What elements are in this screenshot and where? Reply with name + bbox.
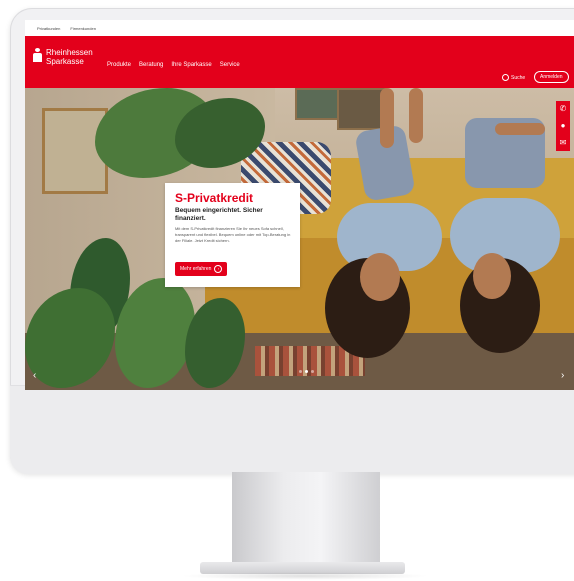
brand-line2: Sparkasse [46,57,84,66]
main-nav: Produkte Beratung Ihre Sparkasse Service [107,62,240,68]
search-button[interactable]: Suche [502,74,525,81]
sparkasse-s-icon [33,48,42,62]
nav-produkte[interactable]: Produkte [107,62,131,68]
promo-card: S-Privatkredit Bequem eingerichtet. Sich… [165,183,300,287]
more-info-label: Mehr erfahren [180,266,212,272]
sparkasse-logo[interactable]: Rheinhessen Sparkasse [33,48,93,66]
login-button[interactable]: Anmelden [534,71,569,83]
mail-icon[interactable]: ✉ [560,138,567,147]
monitor-stand [232,472,380,568]
carousel-dot[interactable] [311,370,314,373]
hero-banner: S-Privatkredit Bequem eingerichtet. Sich… [25,88,574,390]
phone-icon[interactable]: ✆ [560,105,567,113]
nav-beratung[interactable]: Beratung [139,62,163,68]
contact-sidebar: ✆ ● ✉ [556,101,570,151]
toplink-privatkunden[interactable]: Privatkunden [37,26,60,31]
promo-body: Mit dem S-Privatkredit finanzieren Sie I… [175,226,291,243]
stand-shadow [180,572,430,580]
search-label: Suche [511,74,526,81]
carousel-dots [299,370,314,373]
carousel-dot[interactable] [299,370,302,373]
site-header: Rheinhessen Sparkasse Produkte Beratung … [25,36,574,88]
nav-ihre-sparkasse[interactable]: Ihre Sparkasse [171,62,211,68]
nav-service[interactable]: Service [220,62,240,68]
wall-picture [295,88,339,120]
carousel-dot-active[interactable] [305,370,308,373]
brand-line1: Rheinhessen [46,48,93,57]
toplink-firmenkunden[interactable]: Firmenkunden [70,26,96,31]
promo-subtitle: Bequem eingerichtet. Sicher finanziert. [175,207,263,222]
monitor-chin [10,385,574,474]
top-links: Privatkunden Firmenkunden [25,20,574,36]
carousel-prev-button[interactable]: ‹ [33,370,36,381]
browser-screen: Privatkunden Firmenkunden Rheinhessen Sp… [25,20,574,390]
more-info-button[interactable]: Mehr erfahren › [175,262,228,276]
search-icon [502,74,509,81]
promo-title: S-Privatkredit [175,191,254,205]
carousel-next-button[interactable]: › [561,370,564,381]
chat-icon[interactable]: ● [561,121,566,130]
chevron-right-icon: › [214,265,223,273]
